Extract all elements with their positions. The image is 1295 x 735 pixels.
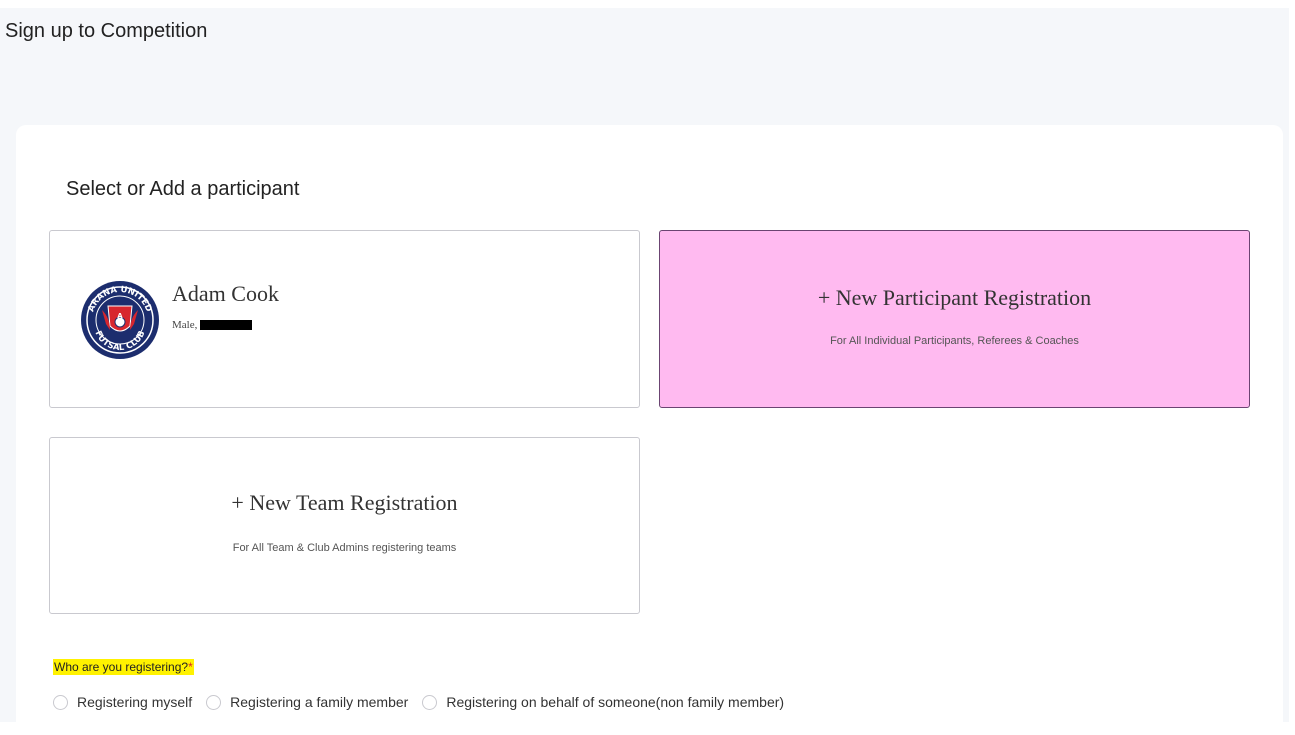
new-team-registration-card[interactable]: + New Team Registration For All Team & C… — [49, 437, 640, 614]
radio-button[interactable] — [206, 694, 222, 710]
radio-option-myself[interactable]: Registering myself — [53, 694, 192, 710]
participant-name: Adam Cook — [172, 281, 279, 306]
participant-meta: Male, — [172, 319, 253, 331]
new-team-heading: + New Team Registration — [231, 490, 458, 515]
radio-label: Registering a family member — [230, 694, 409, 710]
radio-option-family-member[interactable]: Registering a family member — [206, 694, 408, 710]
section-title: Select or Add a participant — [66, 178, 300, 200]
club-logo-icon: A ARANA UNITED FUTSAL CLUB — [81, 281, 159, 359]
new-participant-registration-card[interactable]: + New Participant Registration For All I… — [659, 230, 1250, 408]
content-panel — [16, 125, 1283, 735]
new-team-description: For All Team & Club Admins registering t… — [232, 542, 457, 554]
radio-button[interactable] — [53, 694, 68, 710]
new-participant-description: For All Individual Participants, Referee… — [830, 335, 1079, 347]
radio-label: Registering myself — [77, 694, 193, 710]
registering-radio-group: Registering myself Registering a family … — [53, 694, 798, 710]
question-text: Who are you registering? — [54, 660, 189, 674]
participant-gender: Male, — [172, 319, 198, 331]
redacted-date-of-birth — [200, 320, 253, 330]
new-participant-heading: + New Participant Registration — [817, 285, 1092, 310]
svg-text:A: A — [117, 312, 123, 320]
radio-label: Registering on behalf of someone(non fam… — [446, 694, 785, 710]
radio-button[interactable] — [422, 694, 438, 710]
page-title: Sign up to Competition — [5, 20, 208, 42]
participant-card-adam-cook[interactable]: A ARANA UNITED FUTSAL CLUB Adam Cook Mal… — [49, 230, 640, 408]
radio-option-someone-else[interactable]: Registering on behalf of someone(non fam… — [422, 694, 784, 710]
required-asterisk: * — [188, 660, 193, 674]
registering-question-label: Who are you registering?* — [53, 659, 194, 675]
